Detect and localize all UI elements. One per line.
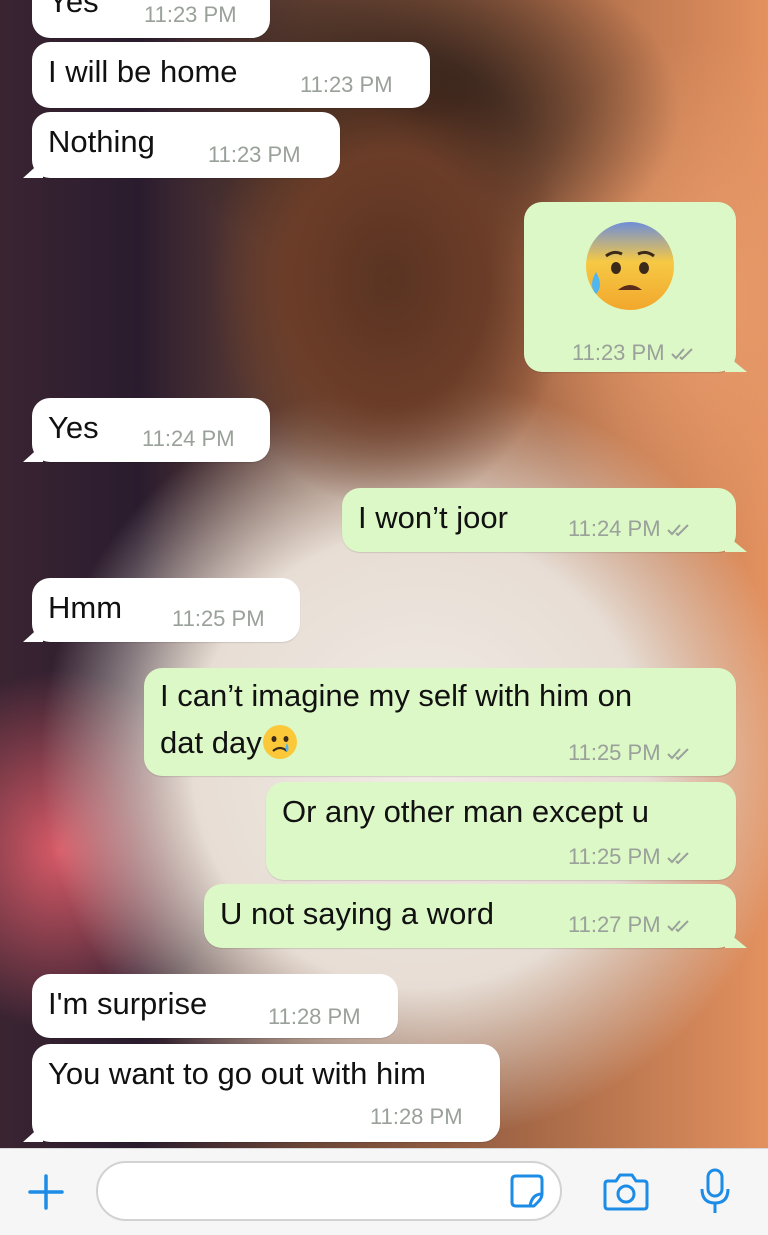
message-bubble-incoming[interactable]: I'm surprise 11:28 PM xyxy=(32,974,398,1038)
message-time: 11:24 PM xyxy=(568,516,693,542)
message-time: 11:23 PM xyxy=(572,340,697,366)
anxious-face-with-sweat-emoji xyxy=(586,222,674,310)
message-input[interactable] xyxy=(118,1173,502,1213)
message-text: Hmm xyxy=(48,590,123,625)
message-text: Or any other man except u xyxy=(282,794,650,829)
message-bubble-incoming[interactable]: Yes 11:23 PM xyxy=(32,0,270,38)
message-text: I'm surprise xyxy=(48,986,208,1021)
message-text: Yes xyxy=(48,0,99,19)
message-text-field[interactable] xyxy=(96,1161,562,1221)
message-text: I won’t joor xyxy=(358,500,508,535)
message-bubble-outgoing[interactable]: U not saying a word 11:27 PM xyxy=(204,884,736,948)
message-bubble-outgoing[interactable]: Or any other man except u 11:25 PM xyxy=(266,782,736,880)
message-input-bar xyxy=(0,1148,768,1235)
double-check-icon xyxy=(666,748,689,761)
message-time: 11:28 PM xyxy=(268,1004,361,1029)
message-bubble-incoming[interactable]: Hmm 11:25 PM xyxy=(32,578,300,642)
message-text: Yes xyxy=(48,410,99,445)
message-text: Nothing xyxy=(48,124,155,159)
message-bubble-outgoing[interactable]: I can’t imagine my self with him on dat … xyxy=(144,668,736,776)
message-text: U not saying a word xyxy=(220,896,494,931)
message-time: 11:27 PM xyxy=(568,912,693,938)
message-text-line-1: I can’t imagine my self with him on xyxy=(160,678,633,713)
double-check-icon xyxy=(666,524,689,537)
message-time: 11:23 PM xyxy=(144,2,237,27)
message-bubble-outgoing[interactable]: I won’t joor 11:24 PM xyxy=(342,488,736,552)
message-time: 11:25 PM xyxy=(568,844,693,870)
message-bubble-incoming[interactable]: I will be home 11:23 PM xyxy=(32,42,430,108)
message-time: 11:24 PM xyxy=(142,426,235,451)
double-check-icon xyxy=(666,920,689,933)
message-time: 11:25 PM xyxy=(568,740,693,766)
message-time: 11:25 PM xyxy=(172,606,265,631)
message-bubble-incoming[interactable]: Yes 11:24 PM xyxy=(32,398,270,462)
double-check-icon xyxy=(670,348,693,361)
message-time: 11:23 PM xyxy=(300,72,393,97)
message-time: 11:28 PM xyxy=(370,1104,463,1129)
message-time: 11:23 PM xyxy=(208,142,301,167)
message-bubble-outgoing[interactable]: 11:23 PM xyxy=(524,202,736,372)
message-text: I will be home xyxy=(48,54,238,89)
plus-icon[interactable] xyxy=(24,1170,68,1214)
message-text-line-2: dat day xyxy=(160,724,298,761)
message-text: You want to go out with him xyxy=(48,1056,426,1091)
message-bubble-incoming[interactable]: Nothing 11:23 PM xyxy=(32,112,340,178)
crying-face-emoji xyxy=(262,725,297,759)
sticker-icon[interactable] xyxy=(508,1172,546,1210)
camera-icon[interactable] xyxy=(602,1171,650,1213)
message-bubble-incoming[interactable]: You want to go out with him 11:28 PM xyxy=(32,1044,500,1142)
microphone-icon[interactable] xyxy=(698,1167,732,1217)
double-check-icon xyxy=(666,852,689,865)
